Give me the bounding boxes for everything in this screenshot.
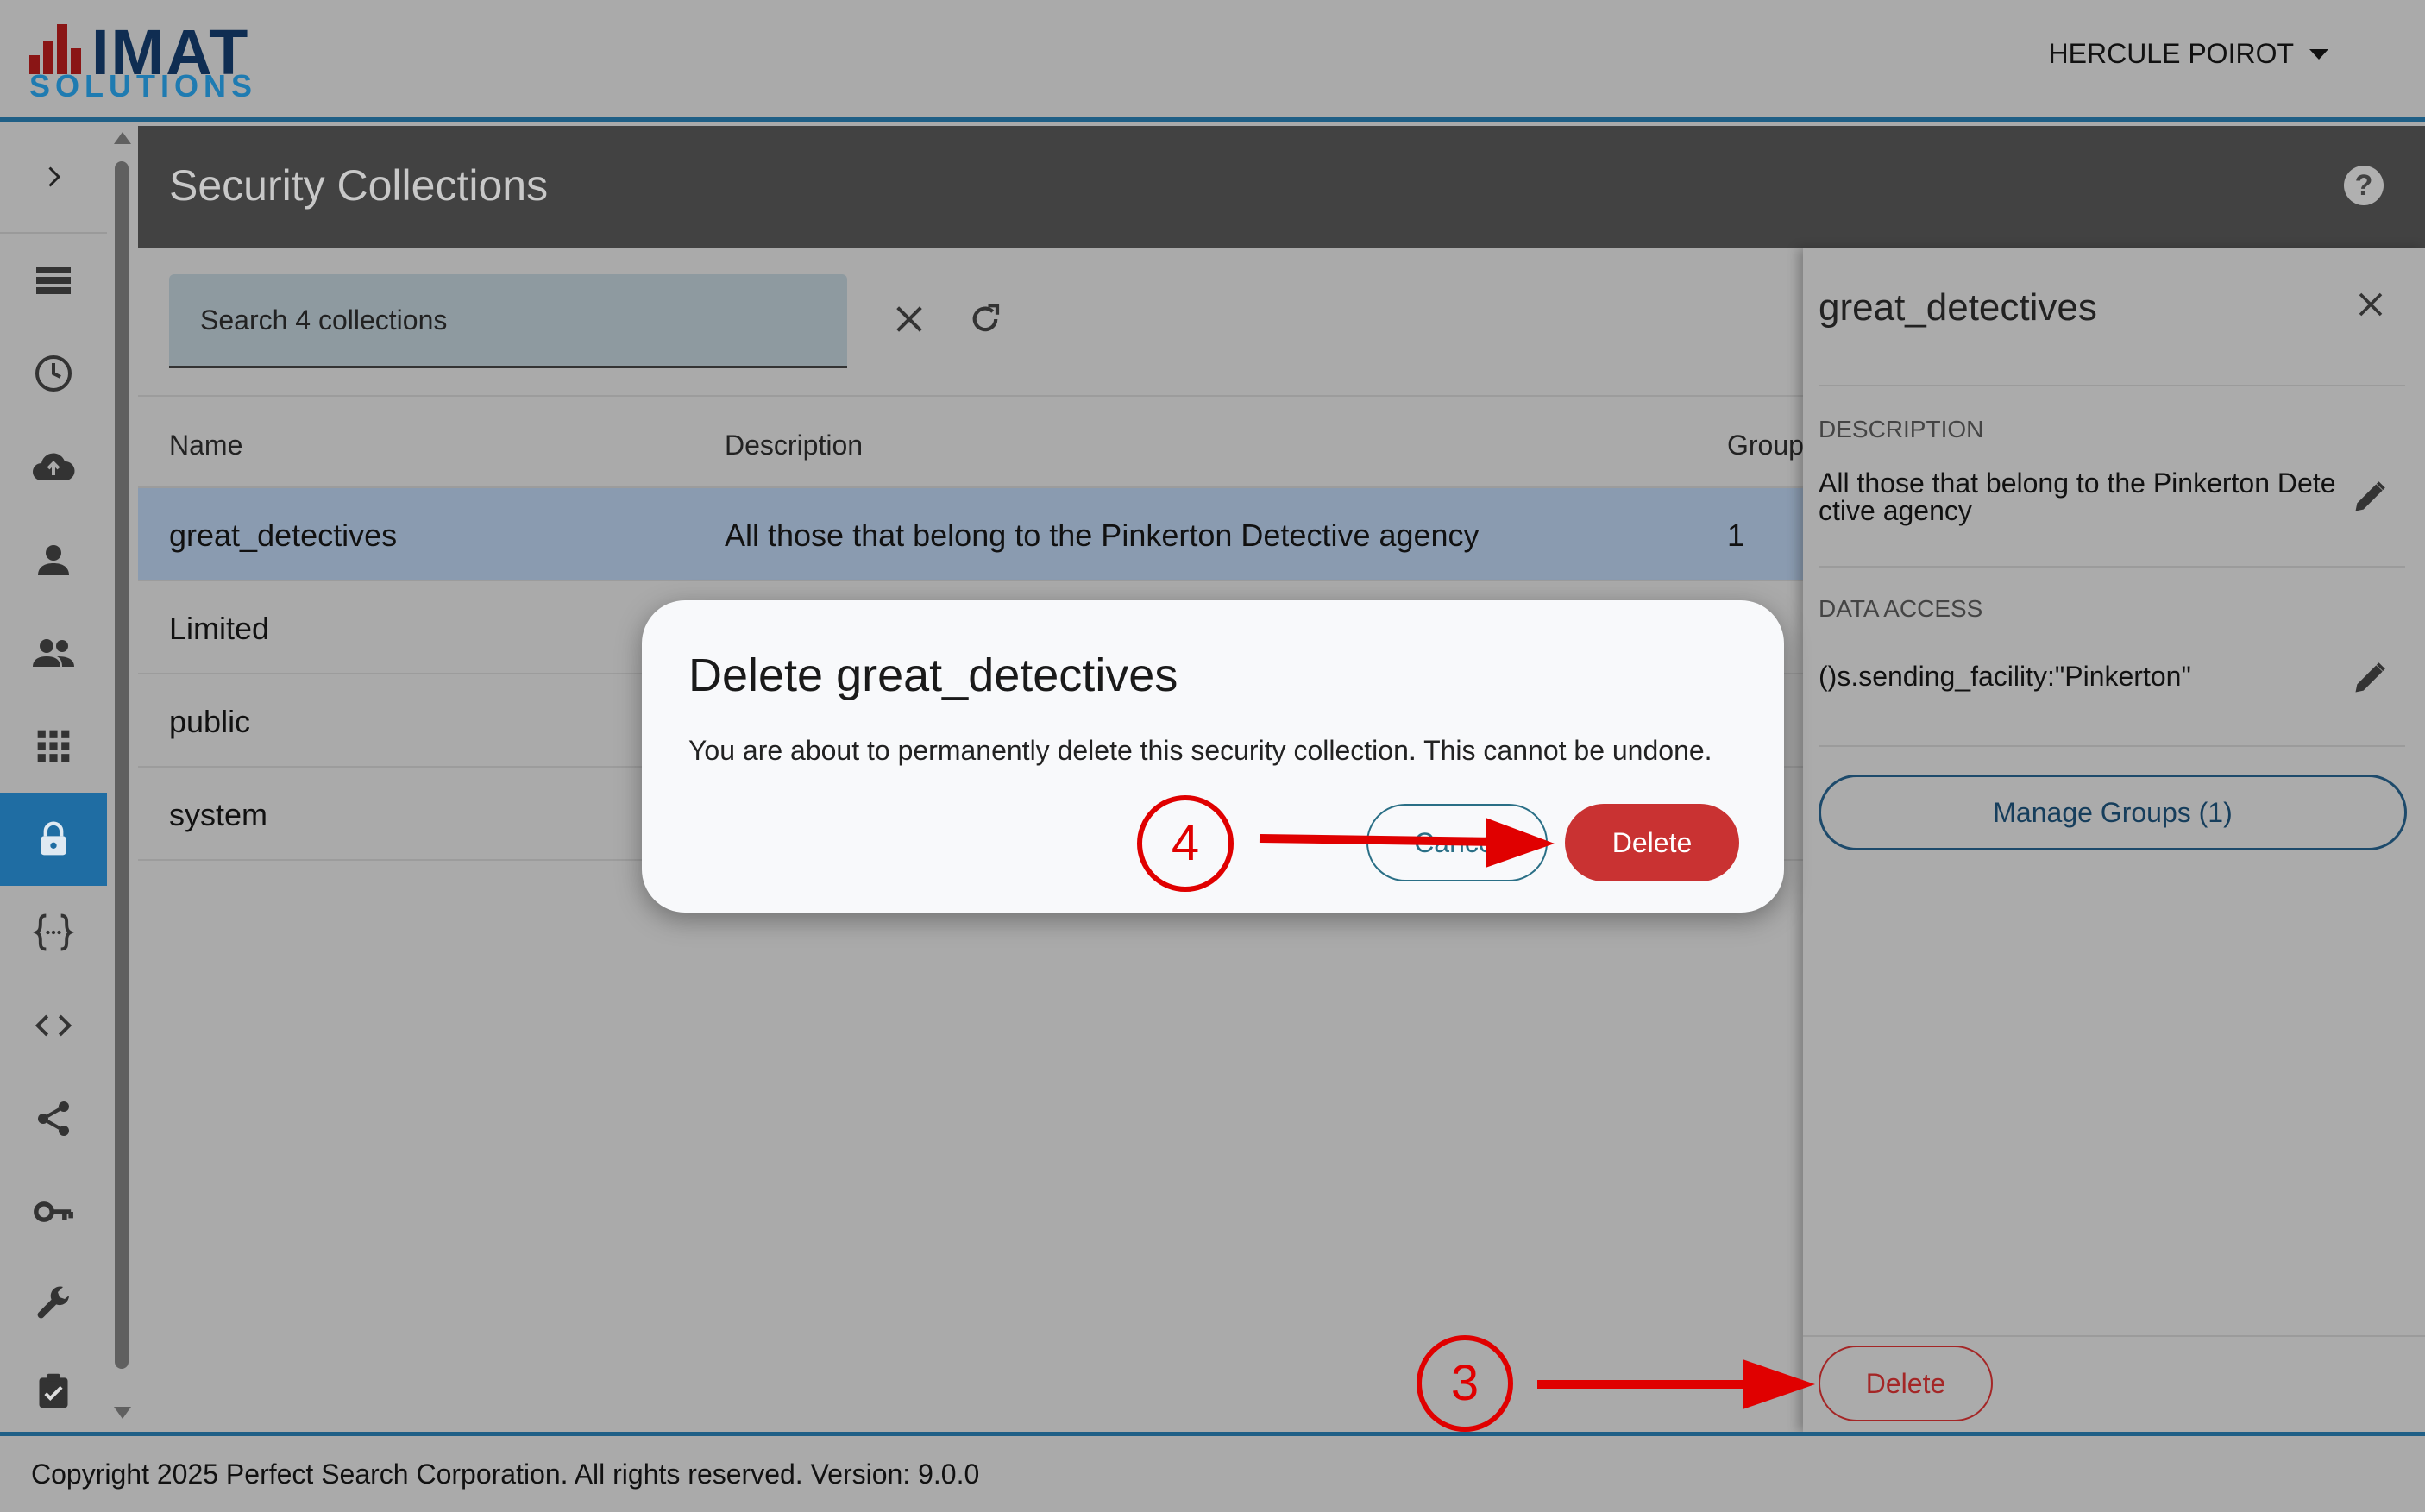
- scroll-down-arrow-icon[interactable]: [114, 1407, 131, 1419]
- nav-item-tools[interactable]: [0, 1258, 107, 1352]
- table-header: Name Description Group: [138, 395, 1804, 488]
- scroll-up-arrow-icon[interactable]: [114, 132, 131, 144]
- close-icon: [896, 306, 922, 332]
- person-icon: [38, 545, 69, 575]
- row-groups: 1: [1727, 518, 1745, 553]
- edit-description-button[interactable]: [2349, 476, 2390, 518]
- pencil-icon: [2355, 662, 2385, 693]
- nav-item-upload[interactable]: [0, 420, 107, 513]
- close-icon: [2359, 292, 2383, 317]
- pencil-icon: [2355, 481, 2385, 511]
- arrow-right-icon: [1259, 818, 1555, 868]
- nav-item-history[interactable]: [0, 327, 107, 420]
- edit-data-access-button[interactable]: [2349, 657, 2390, 699]
- search-field[interactable]: [169, 274, 847, 368]
- step-3-callout: 3: [1417, 1335, 1513, 1432]
- refresh-button[interactable]: [963, 297, 1008, 342]
- caret-down-icon: [2309, 48, 2328, 60]
- lock-icon: [41, 821, 66, 856]
- panel-footer-divider: [1803, 1335, 2425, 1337]
- header-divider: [0, 117, 2425, 122]
- search-input[interactable]: [169, 274, 847, 366]
- nav-item-groups[interactable]: [0, 606, 107, 700]
- wrench-icon: [37, 1286, 70, 1319]
- details-panel: great_detectives DESCRIPTION All those t…: [1803, 248, 2425, 1432]
- nav-item-users[interactable]: [0, 513, 107, 606]
- list-icon: [36, 267, 71, 294]
- group-icon: [33, 639, 74, 667]
- key-icon: [34, 1201, 73, 1222]
- nav-item-keys[interactable]: [0, 1165, 107, 1258]
- dialog-message: You are about to permanently delete this…: [688, 735, 1712, 766]
- panel-divider: [1819, 385, 2405, 386]
- row-name: system: [169, 797, 268, 832]
- row-name: Limited: [169, 611, 270, 646]
- panel-title: great_detectives: [1819, 286, 2097, 329]
- nav-item-security[interactable]: [0, 793, 107, 886]
- dialog-title: Delete great_detectives: [688, 649, 1178, 701]
- user-menu[interactable]: HERCULE POIROT: [2049, 38, 2328, 70]
- nav-item-list[interactable]: [0, 234, 107, 327]
- nav-item-code[interactable]: [0, 979, 107, 1072]
- page-header: Security Collections ?: [138, 126, 2425, 248]
- clipboard-check-icon: [39, 1373, 68, 1408]
- nav-expand-button[interactable]: [0, 122, 107, 234]
- left-nav: [0, 122, 138, 1432]
- user-name: HERCULE POIROT: [2048, 38, 2294, 69]
- panel-close-button[interactable]: [2351, 285, 2390, 324]
- refresh-icon: [972, 304, 1000, 332]
- row-name: public: [169, 704, 251, 739]
- scrollbar-thumb[interactable]: [115, 161, 129, 1369]
- help-icon[interactable]: ?: [2344, 166, 2384, 205]
- panel-divider: [1819, 566, 2405, 568]
- chevron-right-icon: [48, 166, 61, 187]
- copyright-text: Copyright 2025 Perfect Search Corporatio…: [31, 1459, 980, 1490]
- code-icon: [35, 1014, 72, 1037]
- arrow-right-icon: [1537, 1359, 1815, 1409]
- top-bar: IMAT SOLUTIONS HERCULE POIROT: [0, 0, 2425, 117]
- table-row[interactable]: great_detectives All those that belong t…: [138, 486, 1803, 580]
- nav-scrollbar[interactable]: [109, 122, 135, 1432]
- confirm-delete-button[interactable]: Delete: [1565, 804, 1739, 881]
- share-icon: [38, 1101, 69, 1136]
- data-access-label: DATA ACCESS: [1819, 595, 1983, 622]
- column-header-description[interactable]: Description: [725, 430, 863, 461]
- logo-subtext: SOLUTIONS: [29, 68, 258, 104]
- nav-item-tasks[interactable]: [0, 1352, 107, 1429]
- column-header-groups[interactable]: Group: [1727, 430, 1804, 461]
- cloud-upload-icon: [33, 453, 75, 480]
- column-header-name[interactable]: Name: [169, 430, 242, 461]
- panel-divider: [1819, 745, 2405, 747]
- grid-icon: [37, 730, 70, 762]
- nav-item-json[interactable]: [0, 886, 107, 979]
- footer: Copyright 2025 Perfect Search Corporatio…: [0, 1436, 2425, 1512]
- imat-logo[interactable]: IMAT SOLUTIONS: [29, 12, 271, 107]
- step-4-callout: 4: [1137, 795, 1234, 892]
- nav-item-apps[interactable]: [0, 700, 107, 793]
- row-description: All those that belong to the Pinkerton D…: [725, 518, 1480, 553]
- logo-bars-icon: [29, 19, 90, 74]
- nav-item-share[interactable]: [0, 1072, 107, 1165]
- clock-icon: [35, 355, 72, 392]
- data-access-value: ()s.sending_facility:"Pinkerton": [1819, 661, 2191, 692]
- clear-search-button[interactable]: [887, 297, 932, 342]
- panel-delete-button[interactable]: Delete: [1819, 1346, 1993, 1421]
- manage-groups-button[interactable]: Manage Groups (1): [1819, 775, 2407, 850]
- description-label: DESCRIPTION: [1819, 416, 1984, 442]
- row-name: great_detectives: [169, 518, 398, 553]
- page-title: Security Collections: [169, 161, 549, 210]
- braces-icon: [33, 913, 74, 951]
- description-value: All those that belong to the Pinkerton D…: [1819, 467, 2336, 526]
